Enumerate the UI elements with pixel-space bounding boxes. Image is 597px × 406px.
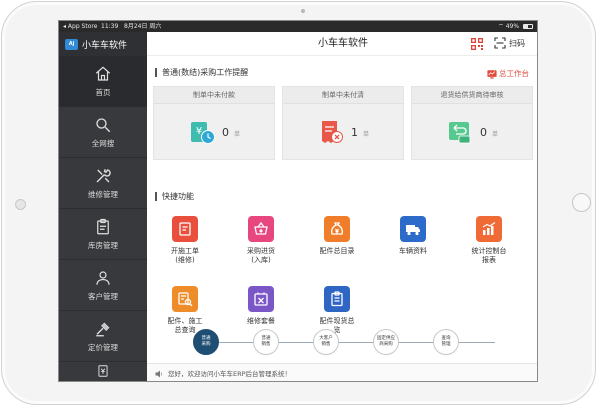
gavel-icon [96, 322, 110, 336]
status-date: 8月24日 周六 [124, 23, 162, 30]
sidebar-item-label: 维修管理 [88, 189, 118, 199]
status-bar: ◂ App Store 11:39 8月24日 周六 ⌔ 49% [59, 21, 537, 32]
search-icon [96, 117, 111, 132]
sidebar-item-label: 定价管理 [88, 342, 118, 352]
yen-doc-icon [98, 365, 108, 377]
money-bag-icon [324, 216, 350, 242]
reminder-card-partial[interactable]: 制单中未付清 1 单 [282, 86, 404, 160]
work-order-icon [172, 216, 198, 242]
shortcut-purchase[interactable]: 采购进货 (入库) [225, 216, 297, 265]
shortcut-statistics[interactable]: 统计控制台 报表 [453, 216, 525, 265]
sidebar-item-label: 全网搜 [91, 138, 115, 148]
tab-query-management[interactable]: 查询 管理 [433, 329, 459, 355]
battery-icon [523, 24, 533, 29]
basket-icon [248, 216, 274, 242]
sidebar-item-pricing[interactable]: 定价管理 [59, 311, 147, 362]
status-time: 11:39 [101, 23, 119, 30]
shortcut-parts-catalog[interactable]: 配件总目录 [301, 216, 373, 256]
sidebar-item-warehouse[interactable]: 库房管理 [59, 209, 147, 260]
return-goods-icon [448, 122, 471, 144]
card-unit: 单 [491, 130, 498, 138]
sidebar-item-repair[interactable]: 维修管理 [59, 158, 147, 209]
shortcut-label: 采购进货 (入库) [247, 247, 275, 264]
speaker-icon [155, 370, 162, 377]
card-unit: 单 [362, 130, 369, 138]
main-content: 普通(数结)采购工作提醒 总工作台 制单中未付款 ¥ 0 单 制单中未付清 1 … [147, 56, 537, 361]
shortcut-label: 配件总目录 [319, 247, 355, 255]
dashboard-link[interactable]: 总工作台 [487, 68, 529, 79]
shortcut-vehicle-data[interactable]: 车辆资料 [377, 216, 449, 256]
clipboard-icon [97, 218, 109, 234]
sidebar-item-label: 库房管理 [88, 240, 118, 250]
search-list-icon [172, 286, 198, 312]
tab-fixed-supplier-purchase[interactable]: 固定供应 商采购 [373, 329, 399, 355]
tools-icon [96, 168, 111, 182]
sidebar-item-label: 首页 [95, 87, 111, 97]
top-bar: 小车车软件 扫码 [147, 32, 537, 56]
brand-header: A​j 小车车软件 [59, 32, 147, 56]
users-icon [96, 270, 110, 285]
scan-button[interactable]: 扫码 [494, 37, 525, 49]
tab-normal-sales[interactable]: 普通 销售 [253, 329, 279, 355]
chart-icon [476, 216, 502, 242]
yen-clock-icon: ¥ [190, 122, 215, 144]
brand-logo-icon: A​j [65, 38, 78, 50]
invoice-cancel-icon [321, 121, 343, 143]
card-title: 退货给供货商待审核 [412, 87, 532, 104]
reminder-card-unpaid[interactable]: 制单中未付款 ¥ 0 单 [153, 86, 275, 160]
card-count: 1 [350, 125, 358, 139]
wifi-icon: ⌔ [498, 23, 504, 30]
sidebar-item-customers[interactable]: 客户管理 [59, 260, 147, 311]
card-title: 制单中未付清 [283, 87, 403, 104]
notice-text: 您好，欢迎访问小车车ERP后台管理系统！ [168, 369, 292, 378]
shortcuts-section-title: 快捷功能 [155, 192, 194, 201]
app-screen: ◂ App Store 11:39 8月24日 周六 ⌔ 49% A​j 小车车… [58, 20, 538, 382]
package-icon [248, 286, 274, 312]
inventory-icon [324, 286, 350, 312]
scan-label: 扫码 [509, 38, 525, 48]
shortcut-work-order[interactable]: 开施工单 (维修) [149, 216, 221, 265]
card-count: 0 [221, 125, 229, 139]
card-title: 制单中未付款 [154, 87, 274, 104]
home-button[interactable] [572, 193, 591, 212]
shortcut-label: 统计控制台 报表 [471, 247, 507, 264]
sidebar: A​j 小车车软件 首页 全网搜 维修管理 库房管理 客户管理 定价管理 [59, 32, 147, 381]
dashboard-icon [487, 69, 497, 79]
reminder-card-return[interactable]: 退货给供货商待审核 0 单 [411, 86, 533, 160]
battery-percent: 49% [505, 23, 520, 30]
brand-name: 小车车软件 [82, 40, 128, 51]
sidebar-item-label: 客户管理 [88, 291, 118, 301]
carrier-label: ◂ App Store [63, 23, 98, 30]
sidebar-item-search[interactable]: 全网搜 [59, 107, 147, 158]
shortcut-label: 开施工单 (维修) [171, 247, 199, 264]
side-sensor [15, 199, 26, 210]
bottom-tab-bar: 普通 采购 普通 销售 大客户 销售 固定供应 商采购 查询 管理 [147, 325, 537, 363]
shortcut-repair-package[interactable]: 维修套餐 [225, 286, 297, 326]
truck-icon [400, 216, 426, 242]
scan-icon [494, 37, 506, 49]
sidebar-item-more[interactable] [59, 362, 147, 381]
camera-dot [301, 9, 305, 13]
home-icon [95, 65, 111, 81]
tab-normal-purchase[interactable]: 普通 采购 [193, 329, 219, 355]
card-unit: 单 [233, 130, 240, 138]
reminder-section-title: 普通(数结)采购工作提醒 [155, 68, 248, 77]
notice-bar: 您好，欢迎访问小车车ERP后台管理系统！ [147, 363, 537, 381]
qr-code-icon[interactable] [471, 38, 483, 50]
shortcut-label: 车辆资料 [399, 247, 427, 255]
sidebar-item-home[interactable]: 首页 [59, 56, 147, 107]
tab-vip-sales[interactable]: 大客户 销售 [313, 329, 339, 355]
card-count: 0 [479, 125, 487, 139]
